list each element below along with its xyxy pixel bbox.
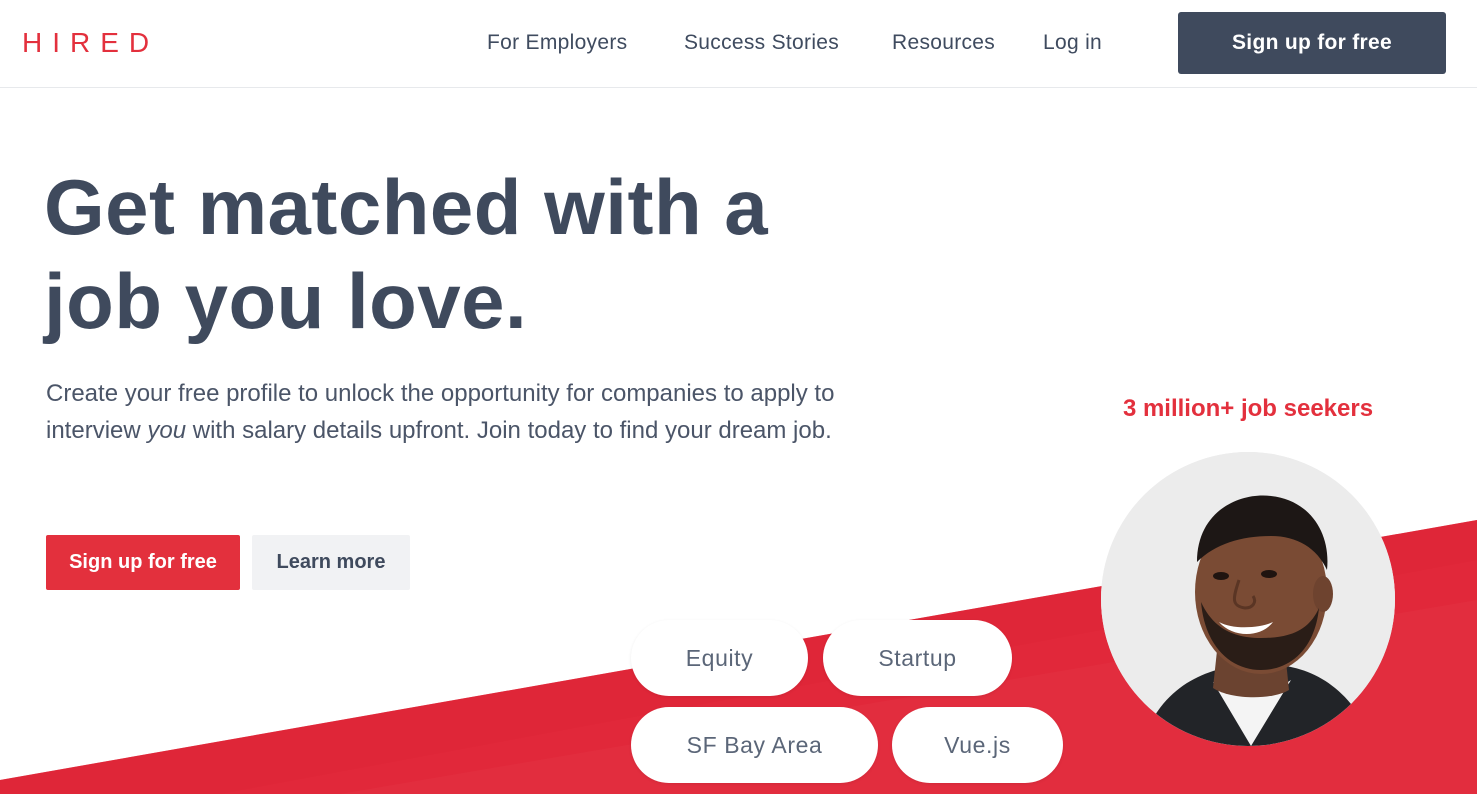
filter-tag-startup[interactable]: Startup <box>823 620 1012 696</box>
nav-log-in[interactable]: Log in <box>1043 29 1102 57</box>
hired-logo[interactable]: HIRED <box>22 26 159 60</box>
person-photo-icon <box>1101 452 1395 746</box>
hero-subcopy: Create your free profile to unlock the o… <box>46 375 846 449</box>
header-signup-button[interactable]: Sign up for free <box>1178 12 1446 74</box>
nav-resources[interactable]: Resources <box>892 29 995 57</box>
filter-tag-equity[interactable]: Equity <box>631 620 808 696</box>
hero-headline: Get matched with a job you love. <box>44 163 769 345</box>
subcopy-text-end: with salary details upfront. Join today … <box>186 417 832 444</box>
job-seekers-stat: 3 million+ job seekers <box>1122 395 1374 422</box>
subcopy-emphasis: you <box>147 417 187 444</box>
job-seeker-avatar <box>1101 452 1395 746</box>
nav-success-stories[interactable]: Success Stories <box>684 29 839 57</box>
learn-more-button[interactable]: Learn more <box>252 535 410 590</box>
site-header: HIRED For Employers Success Stories Reso… <box>0 0 1477 88</box>
filter-tag-sf-bay-area[interactable]: SF Bay Area <box>631 707 878 783</box>
filter-tag-vuejs[interactable]: Vue.js <box>892 707 1063 783</box>
hero-signup-button[interactable]: Sign up for free <box>46 535 240 590</box>
nav-for-employers[interactable]: For Employers <box>487 29 627 57</box>
